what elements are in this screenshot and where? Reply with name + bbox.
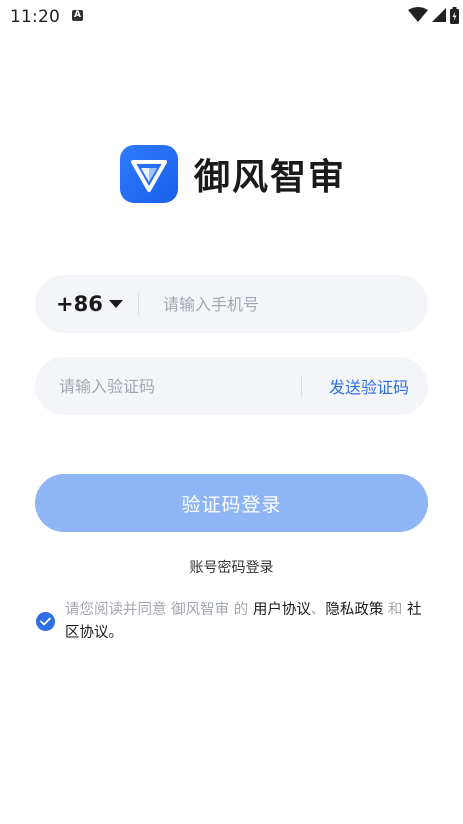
status-indicators <box>408 6 459 24</box>
password-login-link[interactable]: 账号密码登录 <box>0 557 463 577</box>
user-agreement-link[interactable]: 用户协议 <box>253 602 311 618</box>
checkmark-icon <box>40 617 51 626</box>
cellular-signal-icon <box>432 8 446 22</box>
status-time: 11:20 <box>10 7 60 27</box>
phone-field-divider <box>138 293 139 315</box>
send-code-button[interactable]: 发送验证码 <box>329 357 409 415</box>
app-name: 御风智审 <box>194 157 347 198</box>
code-field-divider <box>301 375 302 397</box>
agreement-separator: 、 <box>310 602 326 618</box>
agreement-prefix: 请您阅读并同意 御风智审 的 <box>65 602 253 618</box>
battery-icon <box>450 6 459 24</box>
verification-code-input[interactable] <box>59 357 289 415</box>
agreement-suffix: 。 <box>108 625 124 641</box>
country-code-label: +86 <box>56 292 103 316</box>
agreement-checkbox[interactable] <box>36 612 55 631</box>
app-logo-icon <box>120 145 178 203</box>
accessibility-a-icon: A <box>72 10 83 21</box>
code-field: 发送验证码 <box>35 357 428 415</box>
app-logo: 御风智审 <box>120 145 346 203</box>
agreement-and: 和 <box>383 602 408 618</box>
status-bar: 11:20 A <box>0 0 463 32</box>
wifi-icon <box>408 7 428 22</box>
privacy-policy-link[interactable]: 隐私政策 <box>325 602 383 618</box>
code-login-button[interactable]: 验证码登录 <box>35 474 428 532</box>
caret-down-icon <box>108 300 123 308</box>
agreement-text: 请您阅读并同意 御风智审 的 用户协议、隐私政策 和 社区协议。 <box>65 599 435 645</box>
phone-field: +86 <box>35 275 428 333</box>
phone-input[interactable] <box>163 275 413 333</box>
country-code-selector[interactable]: +86 <box>56 275 123 333</box>
